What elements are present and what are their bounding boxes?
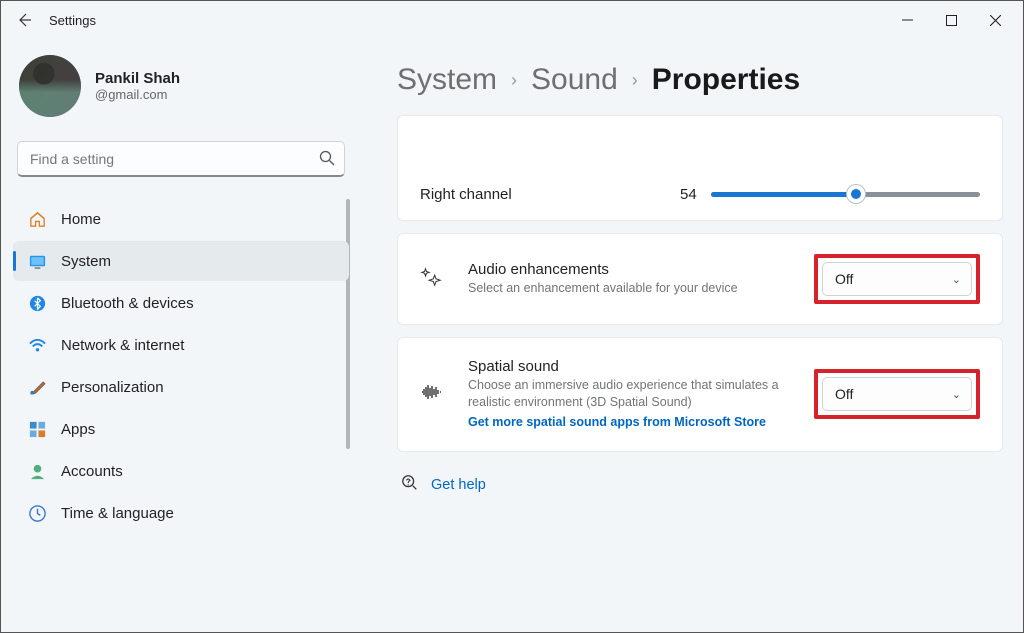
home-icon [27, 209, 47, 229]
sparkle-icon [420, 266, 448, 293]
spatial-sound-dropdown[interactable]: Off ⌄ [822, 377, 972, 411]
chevron-right-icon: › [632, 70, 638, 91]
highlight-box: Off ⌄ [814, 254, 980, 304]
search-icon [319, 150, 335, 171]
breadcrumb-system[interactable]: System [397, 63, 497, 97]
channel-card: Right channel 54 [397, 115, 1003, 221]
close-icon [990, 15, 1001, 26]
minimize-icon [902, 15, 913, 26]
slider-fill [711, 192, 856, 197]
close-button[interactable] [973, 6, 1017, 34]
profile-email: @gmail.com [95, 87, 180, 102]
avatar [19, 55, 81, 117]
sidebar-item-label: Apps [61, 421, 95, 438]
sidebar-item-label: Time & language [61, 505, 174, 522]
search-input[interactable] [17, 141, 345, 177]
highlight-box: Off ⌄ [814, 369, 980, 419]
content-area: System › Sound › Properties Right channe… [361, 39, 1023, 632]
spatial-sound-card: Spatial sound Choose an immersive audio … [397, 337, 1003, 452]
audio-enhancements-dropdown[interactable]: Off ⌄ [822, 262, 972, 296]
slider-thumb[interactable] [847, 185, 865, 203]
spatial-sound-desc: Choose an immersive audio experience tha… [468, 377, 794, 411]
right-channel-label: Right channel [420, 186, 680, 203]
sidebar-item-time-language[interactable]: Time & language [13, 493, 349, 533]
sidebar-item-label: Personalization [61, 379, 164, 396]
sidebar-item-label: Accounts [61, 463, 123, 480]
breadcrumb-current: Properties [652, 63, 800, 97]
account-icon [27, 461, 47, 481]
sidebar-item-personalization[interactable]: Personalization [13, 367, 349, 407]
brush-icon [27, 377, 47, 397]
sidebar-item-home[interactable]: Home [13, 199, 349, 239]
breadcrumb: System › Sound › Properties [397, 63, 1003, 97]
maximize-button[interactable] [929, 6, 973, 34]
arrow-left-icon [16, 12, 32, 28]
clock-globe-icon [27, 503, 47, 523]
dropdown-value: Off [835, 271, 853, 287]
system-icon [27, 251, 47, 271]
titlebar: Settings [1, 1, 1023, 39]
audio-enhancements-card: Audio enhancements Select an enhancement… [397, 233, 1003, 325]
sidebar-item-apps[interactable]: Apps [13, 409, 349, 449]
sidebar-item-accounts[interactable]: Accounts [13, 451, 349, 491]
bluetooth-icon [27, 293, 47, 313]
search-box[interactable] [17, 141, 345, 177]
spatial-sound-title: Spatial sound [468, 358, 794, 375]
apps-icon [27, 419, 47, 439]
nav-list: Home System Bluetooth & devices Network … [13, 199, 349, 533]
sidebar-item-label: Network & internet [61, 337, 184, 354]
sidebar-item-label: Bluetooth & devices [61, 295, 194, 312]
sidebar: Pankil Shah @gmail.com Home System Bluet… [1, 39, 361, 632]
sidebar-item-network[interactable]: Network & internet [13, 325, 349, 365]
sidebar-item-label: Home [61, 211, 101, 228]
audio-enhancements-title: Audio enhancements [468, 261, 794, 278]
wifi-icon [27, 335, 47, 355]
right-channel-value: 54 [680, 186, 697, 203]
sidebar-item-label: System [61, 253, 111, 270]
profile[interactable]: Pankil Shah @gmail.com [13, 47, 349, 133]
chevron-right-icon: › [511, 70, 517, 91]
back-button[interactable] [7, 3, 41, 37]
sidebar-item-bluetooth[interactable]: Bluetooth & devices [13, 283, 349, 323]
help-icon [401, 474, 419, 496]
chevron-down-icon: ⌄ [952, 273, 961, 286]
sound-wave-icon [420, 382, 448, 407]
profile-name: Pankil Shah [95, 70, 180, 87]
get-help-link[interactable]: Get help [401, 474, 1003, 496]
chevron-down-icon: ⌄ [952, 388, 961, 401]
spatial-sound-store-link[interactable]: Get more spatial sound apps from Microso… [468, 415, 766, 429]
maximize-icon [946, 15, 957, 26]
breadcrumb-sound[interactable]: Sound [531, 63, 618, 97]
window-title: Settings [49, 13, 96, 28]
minimize-button[interactable] [885, 6, 929, 34]
get-help-label: Get help [431, 477, 486, 493]
audio-enhancements-desc: Select an enhancement available for your… [468, 280, 794, 297]
right-channel-slider[interactable] [711, 184, 980, 204]
dropdown-value: Off [835, 386, 853, 402]
sidebar-item-system[interactable]: System [13, 241, 349, 281]
